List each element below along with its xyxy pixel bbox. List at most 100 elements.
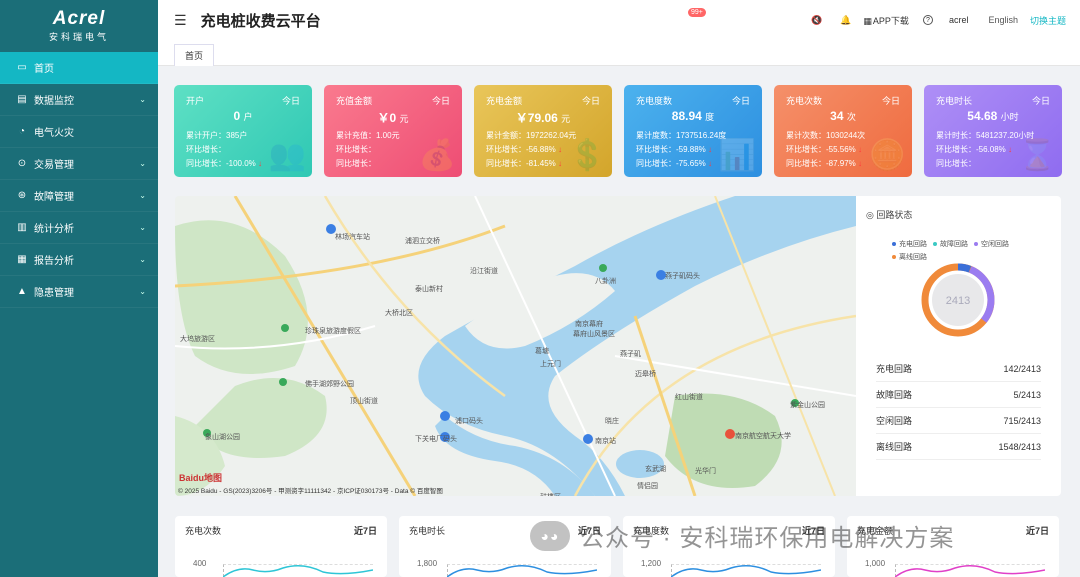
loop-status-label: 充电回路	[876, 364, 913, 374]
card-label: 充电度数	[636, 96, 673, 106]
arrow-down-icon: ↓	[555, 159, 563, 168]
report-icon: ▦	[17, 254, 27, 265]
notification-badge: 99+	[688, 8, 706, 17]
map-place-label: 浦口码头	[455, 418, 483, 425]
card-details: 累计开户：385户 环比增长： 同比增长：-100.0% ↓	[186, 129, 262, 171]
sidebar-item-label: 数据监控	[34, 96, 74, 107]
wechat-icon: ◕◕	[530, 520, 570, 551]
theme-switch[interactable]: 切换主题	[1030, 14, 1066, 27]
map-place-label: 八卦洲	[595, 278, 616, 285]
card-yoy-text: 同比增长：	[336, 159, 376, 168]
app-download-button[interactable]: ▦APP下载	[863, 14, 909, 27]
watermark: ◕◕ 公众号 · 安科瑞环保用电解决方案	[530, 518, 954, 553]
loop-status-value: 715/2413	[1003, 415, 1041, 426]
trend-range-selector[interactable]: 近7日	[1026, 524, 1049, 537]
mute-icon[interactable]: 🔇	[811, 15, 822, 26]
legend-item[interactable]: 空闲回路	[974, 238, 1009, 251]
stat-card[interactable]: 充电度数 今日 88.94 度 累计度数：1737516.24度 环比增长：-5…	[624, 85, 762, 177]
card-value-number: 54.68	[967, 109, 998, 123]
card-mom: 环比增长：	[336, 143, 400, 157]
card-mom: 环比增长：-55.56% ↓	[786, 143, 865, 157]
legend-label: 离线回路	[899, 254, 927, 261]
sidebar-item-0[interactable]: ▭ 首页	[0, 52, 158, 84]
trend-ytick: 1,200	[641, 559, 662, 568]
menu-fold-icon[interactable]: ☰	[174, 12, 187, 29]
trend-ytick: 1,000	[865, 559, 886, 568]
card-today: 今日	[881, 96, 900, 106]
stat-card[interactable]: 充电金额 今日 ￥79.06 元 累计金额：1972262.04元 环比增长：-…	[474, 85, 612, 177]
warning-icon: ▲	[17, 286, 27, 297]
tab-bar: 首页	[158, 40, 1080, 66]
card-today: 今日	[731, 96, 750, 106]
sidebar-item-4[interactable]: ⊛ 故障管理 ⌄	[0, 180, 158, 212]
card-value-number: 88.94	[671, 109, 702, 123]
map-place-label: 幕府山风景区	[573, 331, 615, 338]
sidebar-item-2[interactable]: ◔ 电气火灾	[0, 116, 158, 148]
sidebar-item-5[interactable]: ▥ 统计分析 ⌄	[0, 212, 158, 244]
card-unit: 小时	[1000, 112, 1019, 122]
loop-status-value: 1548/2413	[998, 441, 1041, 452]
arrow-down-icon: ↓	[705, 159, 713, 168]
trend-range-selector[interactable]: 近7日	[354, 524, 377, 537]
chevron-down-icon: ⌄	[139, 223, 146, 232]
map-place-label: 玄武湖	[645, 466, 666, 473]
legend-item[interactable]: 故障回路	[933, 238, 968, 251]
card-today: 今日	[281, 96, 300, 106]
map-place-label: 下关电厂码头	[415, 436, 457, 443]
map-place-label: 葛塘	[535, 348, 549, 355]
bell-icon[interactable]: 🔔	[840, 15, 851, 26]
legend-label: 故障回路	[940, 241, 968, 248]
sidebar-item-1[interactable]: ▤ 数据监控 ⌄	[0, 84, 158, 116]
map-place-label: 象山湖公园	[205, 434, 240, 441]
legend-dot	[974, 242, 978, 247]
sidebar-item-3[interactable]: ⊙ 交易管理 ⌄	[0, 148, 158, 180]
card-total: 累计开户：385户	[186, 131, 248, 140]
card-value-number: 0	[233, 109, 241, 123]
map-copyright: © 2025 Baidu - GS(2023)3206号 - 甲测资字11111…	[178, 488, 443, 495]
card-label: 开户	[186, 96, 205, 106]
loop-donut-chart[interactable]: 2413	[920, 262, 996, 338]
sidebar-item-6[interactable]: ▦ 报告分析 ⌄	[0, 244, 158, 276]
user-name[interactable]: acrel	[949, 15, 969, 25]
help-icon[interactable]: ?	[922, 15, 933, 25]
card-unit: 元	[399, 114, 409, 124]
card-yoy: 同比增长：-100.0% ↓	[186, 157, 262, 171]
map-place-label: 泰山新村	[415, 286, 443, 293]
chevron-down-icon: ⌄	[139, 287, 146, 296]
card-yoy: 同比增长：-87.97% ↓	[786, 157, 865, 171]
map-place-label: 晓庄	[605, 418, 619, 425]
map-canvas[interactable]	[175, 196, 856, 496]
card-yoy: 同比增长：-81.45% ↓	[486, 157, 576, 171]
stat-card[interactable]: 充电时长 今日 54.68 小时 累计时长：5481237.20小时 环比增长：…	[924, 85, 1062, 177]
card-yoy: 同比增长：	[336, 157, 400, 171]
legend-dot	[892, 255, 896, 260]
card-total: 累计度数：1737516.24度	[636, 131, 727, 140]
card-today: 今日	[1031, 96, 1050, 106]
map-view[interactable]: 林场汽车站 浦泗立交桥 沿江街道 泰山新村 大桥北区 八卦洲 燕子矶码头 南京幕府 幕府山风景区…	[175, 196, 856, 496]
sidebar-item-7[interactable]: ▲ 隐患管理 ⌄	[0, 276, 158, 308]
card-mom-text: 环比增长：	[336, 145, 376, 154]
card-value: 88.94 度	[624, 109, 762, 123]
map-place-label: 大坞旅游区	[180, 336, 215, 343]
card-label: 充电金额	[486, 96, 523, 106]
card-label: 充电次数	[786, 96, 823, 106]
sidebar-item-label: 电气火灾	[34, 128, 74, 139]
map-place-label: 南京幕府	[575, 321, 603, 328]
arrow-down-icon: ↓	[705, 145, 713, 154]
arrow-down-icon: ↓	[855, 159, 863, 168]
tab-home[interactable]: 首页	[174, 44, 215, 66]
language-switch[interactable]: English	[988, 15, 1018, 25]
legend-item[interactable]: 充电回路	[892, 238, 927, 251]
card-total: 累计次数：1030244次	[786, 131, 866, 140]
stat-card[interactable]: 开户 今日 0 户 累计开户：385户 环比增长： 同比增长：-100.0% ↓…	[174, 85, 312, 177]
card-unit: 次	[846, 112, 856, 122]
card-label: 充电时长	[936, 96, 973, 106]
chart-box-icon: ▤	[17, 94, 27, 105]
stat-card[interactable]: 充电次数 今日 34 次 累计次数：1030244次 环比增长：-55.56% …	[774, 85, 912, 177]
card-decoration-icon: 🪙	[868, 139, 906, 172]
card-yoy-text: 同比增长：	[936, 159, 976, 168]
stat-card[interactable]: 充值金额 今日 ￥0 元 累计充值：1.00元 环比增长： 同比增长： 💰	[324, 85, 462, 177]
card-unit: 元	[561, 114, 571, 124]
trend-line	[447, 565, 597, 577]
map-place-label: 顶山街道	[350, 398, 378, 405]
